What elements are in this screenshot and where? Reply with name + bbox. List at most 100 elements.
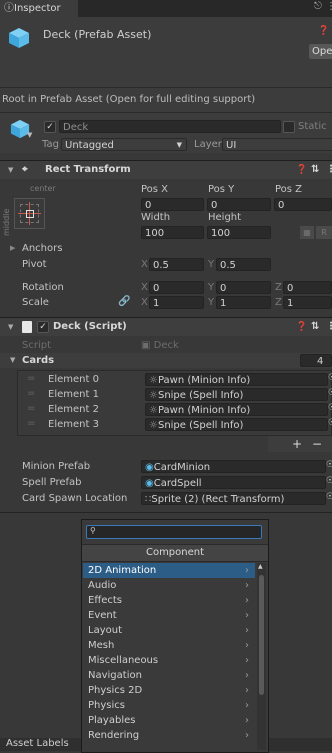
- help-icon[interactable]: ❓: [318, 26, 329, 36]
- element-field[interactable]: ☼Snipe (Spell Info): [145, 388, 328, 401]
- list-item: = Element 0 ☼Pawn (Minion Info) ☉: [18, 373, 332, 388]
- blueprint-button[interactable]: ▦: [300, 226, 314, 239]
- height-field[interactable]: 100: [207, 226, 271, 239]
- menu-item-event[interactable]: Event ›: [83, 608, 255, 623]
- element-label: Element 2: [48, 404, 99, 415]
- drag-handle-icon[interactable]: =: [27, 388, 35, 399]
- add-element-button[interactable]: +: [292, 437, 302, 451]
- anchor-preset-button[interactable]: [14, 198, 45, 229]
- drag-handle-icon[interactable]: =: [27, 403, 35, 414]
- minion-prefab-field[interactable]: ◉CardMinion: [141, 460, 326, 473]
- menu-item-physics[interactable]: Physics ›: [83, 698, 255, 713]
- chevron-right-icon: ›: [245, 700, 249, 711]
- settings-icon[interactable]: ⇅: [311, 318, 319, 336]
- deck-script-header[interactable]: ▼ ✓ Deck (Script) ❓ ⇅ ⋮: [0, 317, 332, 336]
- scale-y-field[interactable]: 1: [216, 296, 271, 309]
- anchors-foldout[interactable]: Anchors: [22, 243, 62, 254]
- cards-size-field[interactable]: 4: [300, 354, 332, 367]
- menu-item-physics-2d[interactable]: Physics 2D ›: [83, 683, 255, 698]
- minion-prefab-value: CardMinion: [153, 462, 211, 473]
- spell-prefab-label: Spell Prefab: [22, 477, 82, 488]
- add-component-popup: ⚲ Component 2D Animation › Audio › Effects…: [81, 519, 269, 753]
- rect-transform-header[interactable]: ▼ ⌖ Rect Transform ❓ ⇅ ⋮: [0, 160, 332, 179]
- help-icon[interactable]: ❓: [296, 161, 307, 179]
- raw-edit-button[interactable]: R: [316, 226, 332, 239]
- object-picker-icon[interactable]: ☉: [328, 373, 332, 383]
- width-field[interactable]: 100: [141, 226, 204, 239]
- menu-item-layout[interactable]: Layout ›: [83, 623, 255, 638]
- tag-dropdown[interactable]: Untagged ▼: [61, 138, 187, 151]
- scale-z-field[interactable]: 1: [283, 296, 332, 309]
- layer-dropdown[interactable]: UI: [222, 138, 332, 151]
- asset-title: Deck (Prefab Asset): [43, 28, 152, 41]
- name-field[interactable]: Deck: [59, 120, 281, 133]
- prefab-icon: ◉: [145, 478, 154, 489]
- info-icon: ⓘ: [4, 3, 14, 14]
- menu-item-audio[interactable]: Audio ›: [83, 578, 255, 593]
- scrollbar-thumb[interactable]: [259, 575, 264, 695]
- menu-item-effects[interactable]: Effects ›: [83, 593, 255, 608]
- scriptable-object-icon: ☼: [149, 375, 158, 386]
- pos-z-field[interactable]: 0: [274, 198, 332, 211]
- chevron-right-icon: ›: [245, 730, 249, 741]
- drag-handle-icon[interactable]: =: [27, 373, 35, 384]
- more-icon[interactable]: ⋮: [326, 161, 332, 179]
- element-field[interactable]: ☼Snipe (Spell Info): [145, 418, 328, 431]
- rotation-z-field[interactable]: 0: [283, 281, 332, 294]
- open-button[interactable]: Open: [309, 44, 332, 59]
- object-picker-icon[interactable]: ☉: [326, 492, 332, 502]
- menu-icon[interactable]: ⋮: [326, 1, 332, 12]
- list-item: = Element 2 ☼Pawn (Minion Info) ☉: [18, 403, 332, 418]
- cards-foldout[interactable]: Cards: [22, 355, 54, 366]
- settings-icon[interactable]: ⇅: [311, 161, 319, 179]
- element-field[interactable]: ☼Pawn (Minion Info): [145, 373, 328, 386]
- scroll-up-icon[interactable]: ▲: [258, 563, 263, 570]
- more-icon[interactable]: ⋮: [326, 318, 332, 336]
- search-input[interactable]: ⚲: [86, 525, 262, 539]
- element-field[interactable]: ☼Pawn (Minion Info): [145, 403, 328, 416]
- pivot-x-field[interactable]: 0.5: [149, 258, 204, 271]
- spell-prefab-field[interactable]: ◉CardSpell: [141, 476, 326, 489]
- menu-item-mesh[interactable]: Mesh ›: [83, 638, 255, 653]
- tab-label: Inspector: [14, 3, 61, 14]
- tag-label: Tag: [42, 139, 59, 150]
- dropdown-arrow-icon[interactable]: ▼: [27, 131, 32, 139]
- active-checkbox[interactable]: ✓: [44, 121, 56, 133]
- layer-value: UI: [226, 140, 237, 151]
- pivot-label: Pivot: [22, 259, 47, 270]
- chevron-right-icon: ›: [245, 610, 249, 621]
- static-checkbox[interactable]: [283, 121, 295, 133]
- tab-inspector[interactable]: ⓘ Inspector: [0, 0, 78, 17]
- menu-item-navigation[interactable]: Navigation ›: [83, 668, 255, 683]
- remove-element-button[interactable]: −: [312, 437, 322, 451]
- rotation-y-field[interactable]: 0: [216, 281, 271, 294]
- rotation-x-axis: X: [141, 282, 148, 293]
- menu-item-miscellaneous[interactable]: Miscellaneous ›: [83, 653, 255, 668]
- menu-item-rendering[interactable]: Rendering ›: [83, 728, 255, 743]
- lock-icon[interactable]: ⎋: [314, 1, 322, 12]
- scale-x-field[interactable]: 1: [149, 296, 204, 309]
- pivot-y-field[interactable]: 0.5: [216, 258, 271, 271]
- help-icon[interactable]: ❓: [296, 318, 307, 336]
- object-picker-icon[interactable]: ☉: [326, 460, 332, 470]
- object-picker-icon[interactable]: ☉: [328, 418, 332, 428]
- object-picker-icon[interactable]: ☉: [326, 476, 332, 486]
- link-icon[interactable]: 🔗: [118, 296, 130, 307]
- menu-item-2d-animation[interactable]: 2D Animation ›: [83, 563, 255, 578]
- menu-item-playables[interactable]: Playables ›: [83, 713, 255, 728]
- script-enabled-checkbox[interactable]: ✓: [37, 321, 49, 333]
- chevron-right-icon: ›: [245, 565, 249, 576]
- drag-handle-icon[interactable]: =: [27, 418, 35, 429]
- pos-y-field[interactable]: 0: [207, 198, 271, 211]
- object-picker-icon[interactable]: ☉: [328, 403, 332, 413]
- gameobject-header: ▼ ✓ Deck Static Tag Untagged ▼ Layer UI: [0, 113, 332, 153]
- rotation-x-field[interactable]: 0: [149, 281, 204, 294]
- list-item: = Element 1 ☼Snipe (Spell Info) ☉: [18, 388, 332, 403]
- pos-x-field[interactable]: 0: [141, 198, 204, 211]
- popup-scrollbar[interactable]: ▲: [257, 563, 266, 750]
- object-picker-icon[interactable]: ☉: [328, 388, 332, 398]
- chevron-right-icon: ›: [245, 715, 249, 726]
- rotation-label: Rotation: [22, 282, 64, 293]
- chevron-right-icon: ›: [245, 670, 249, 681]
- card-spawn-location-field[interactable]: ∷Sprite (2) (Rect Transform): [141, 492, 326, 505]
